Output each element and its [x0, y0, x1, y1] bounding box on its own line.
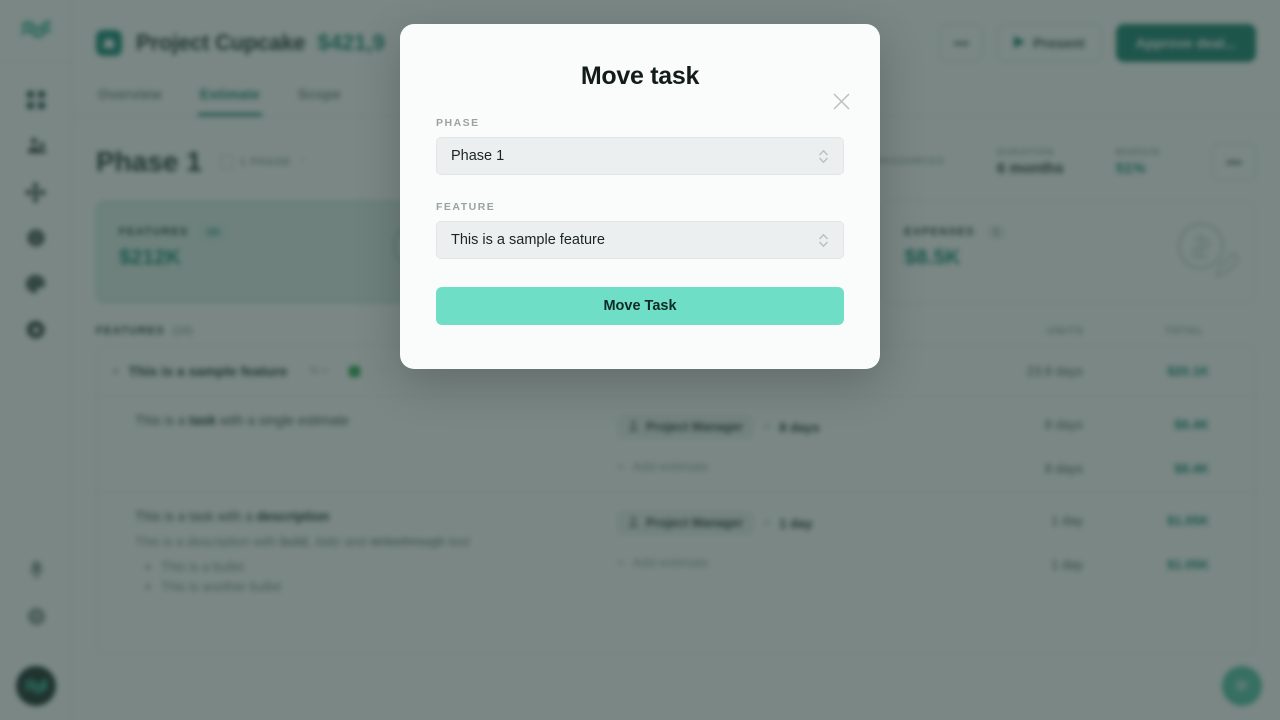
- move-task-button[interactable]: Move Task: [436, 287, 844, 325]
- phase-select-value: Phase 1: [451, 148, 505, 164]
- phase-field-label: PHASE: [436, 117, 480, 129]
- feature-field-label: FEATURE: [436, 201, 496, 213]
- feature-select[interactable]: This is a sample feature: [436, 221, 844, 259]
- dialog-title: Move task: [580, 62, 700, 90]
- feature-select-value: This is a sample feature: [451, 232, 605, 248]
- chevron-updown-icon: [818, 149, 829, 164]
- chevron-updown-icon: [818, 233, 829, 248]
- close-icon[interactable]: [828, 88, 854, 114]
- move-task-dialog: Move task PHASE Phase 1 FEATURE This is …: [400, 24, 880, 369]
- phase-select[interactable]: Phase 1: [436, 137, 844, 175]
